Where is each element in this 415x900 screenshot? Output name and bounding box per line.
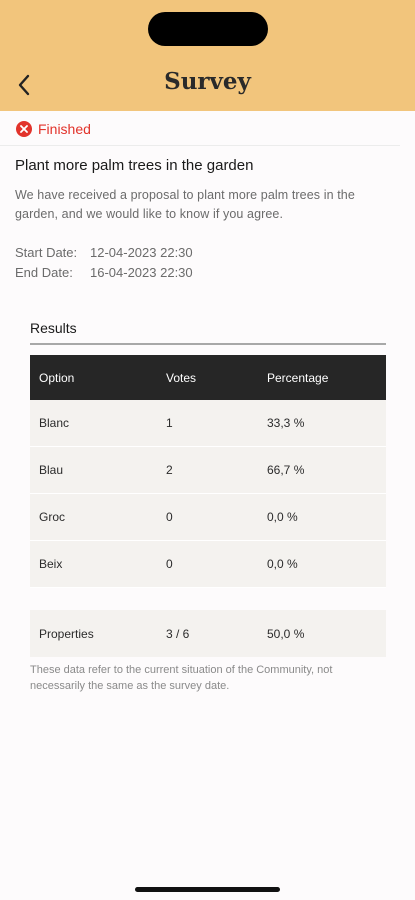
properties-percentage: 50,0 %: [267, 626, 305, 641]
app-header: Survey: [0, 0, 415, 111]
table-row: Beix 0 0,0 %: [30, 541, 386, 588]
option-cell: Blanc: [39, 416, 70, 430]
end-date-label: End Date:: [15, 265, 73, 280]
votes-cell: 2: [166, 463, 173, 477]
table-row: Blau 2 66,7 %: [30, 447, 386, 494]
table-header: Option Votes Percentage: [30, 355, 386, 400]
end-date-value: 16-04-2023 22:30: [90, 265, 193, 280]
properties-row: Properties 3 / 6 50,0 %: [30, 610, 386, 657]
properties-votes: 3 / 6: [166, 626, 190, 641]
properties-label: Properties: [39, 626, 94, 641]
column-header-percentage: Percentage: [267, 370, 329, 385]
page-title: Survey: [164, 68, 251, 95]
votes-cell: 1: [166, 416, 173, 430]
percentage-cell: 0,0 %: [267, 557, 298, 571]
survey-title: Plant more palm trees in the garden: [15, 157, 254, 174]
option-cell: Beix: [39, 557, 63, 571]
start-date-row: Start Date: 12-04-2023 22:30: [15, 243, 193, 263]
votes-cell: 0: [166, 557, 173, 571]
start-date-label: Start Date:: [15, 245, 78, 260]
option-cell: Groc: [39, 510, 66, 524]
percentage-cell: 33,3 %: [267, 416, 305, 430]
end-date-row: End Date: 16-04-2023 22:30: [15, 263, 193, 283]
status-label: Finished: [38, 121, 91, 137]
results-note: These data refer to the current situatio…: [30, 664, 333, 692]
results-underline: [30, 343, 386, 345]
column-header-votes: Votes: [166, 370, 197, 385]
table-row: Groc 0 0,0 %: [30, 494, 386, 541]
home-indicator[interactable]: [135, 887, 280, 892]
option-cell: Blau: [39, 463, 64, 477]
close-circle-icon: [16, 121, 32, 137]
survey-dates: Start Date: 12-04-2023 22:30 End Date: 1…: [15, 243, 193, 283]
table-row: Blanc 1 33,3 %: [30, 400, 386, 447]
status-badge: Finished: [16, 121, 91, 137]
start-date-value: 12-04-2023 22:30: [90, 245, 193, 260]
results-table: Option Votes Percentage Blanc 1 33,3 % B…: [30, 355, 386, 588]
device-notch: [148, 12, 268, 46]
votes-cell: 0: [166, 510, 173, 524]
results-heading: Results: [30, 320, 77, 336]
divider: [0, 145, 400, 146]
percentage-cell: 66,7 %: [267, 463, 305, 477]
column-header-option: Option: [39, 370, 75, 385]
survey-description: We have received a proposal to plant mor…: [15, 188, 355, 221]
percentage-cell: 0,0 %: [267, 510, 298, 524]
